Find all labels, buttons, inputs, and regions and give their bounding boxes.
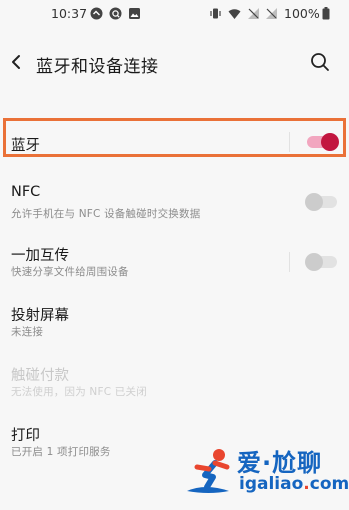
status-bar: 10:37 100% [0,0,349,28]
setting-title-tap-pay: 触碰付款 [11,368,69,384]
message-app-icon [109,7,122,20]
status-time: 10:37 [51,6,88,21]
signal-off-icon [248,8,259,19]
battery-icon [322,7,330,20]
setting-row-nfc[interactable]: NFC 允许手机在与 NFC 设备触碰时交换数据 [0,178,349,228]
toggle-thumb [321,133,339,151]
toggle-bluetooth[interactable] [305,133,339,151]
app-bar: 蓝牙和设备连接 [0,36,349,90]
back-arrow-icon[interactable] [6,48,28,76]
setting-row-tap-pay: 触碰付款无法使用，因为 NFC 已关闭 [0,358,349,408]
search-icon[interactable] [308,50,332,74]
signal-off-icon-2 [266,8,277,19]
page-title: 蓝牙和设备连接 [36,57,159,77]
setting-subtitle-tap-pay: 无法使用，因为 NFC 已关闭 [11,386,147,398]
toggle-thumb [305,253,323,271]
setting-title-print: 打印 [11,428,40,444]
gallery-icon [129,8,140,19]
setting-subtitle-oneplus-share: 快速分享文件给周围设备 [11,266,129,278]
toggle-nfc[interactable] [305,193,339,211]
watermark-url: igaliao.com [239,474,349,494]
notification-circle-icon [90,7,103,20]
battery-percent: 100% [284,6,320,21]
setting-subtitle-screen-cast: 未连接 [11,326,44,338]
setting-row-screen-cast[interactable]: 投射屏幕 未连接 [0,298,349,348]
site-watermark: 爱·尬聊 igaliao.com [185,441,349,501]
toggle-thumb [305,193,323,211]
setting-row-oneplus-share[interactable]: 一加互传快速分享文件给周围设备 [0,238,349,288]
toggle-oneplus-share[interactable] [305,253,339,271]
watermark-brand: 爱·尬聊 [237,449,323,477]
toggle-divider [289,132,290,152]
toggle-divider [289,252,290,272]
setting-title-nfc: NFC [11,184,41,200]
setting-title-bluetooth: 蓝牙 [11,138,40,154]
setting-title-oneplus-share: 一加互传 [11,248,69,264]
wifi-icon [228,9,241,19]
setting-row-bluetooth[interactable]: 蓝牙 [0,122,349,172]
setting-subtitle-print: 已开启 1 项打印服务 [11,446,111,458]
runner-logo-icon [187,449,230,493]
setting-title-screen-cast: 投射屏幕 [11,308,69,324]
setting-subtitle-nfc: 允许手机在与 NFC 设备触碰时交换数据 [11,208,201,220]
vibrate-icon [210,8,221,19]
